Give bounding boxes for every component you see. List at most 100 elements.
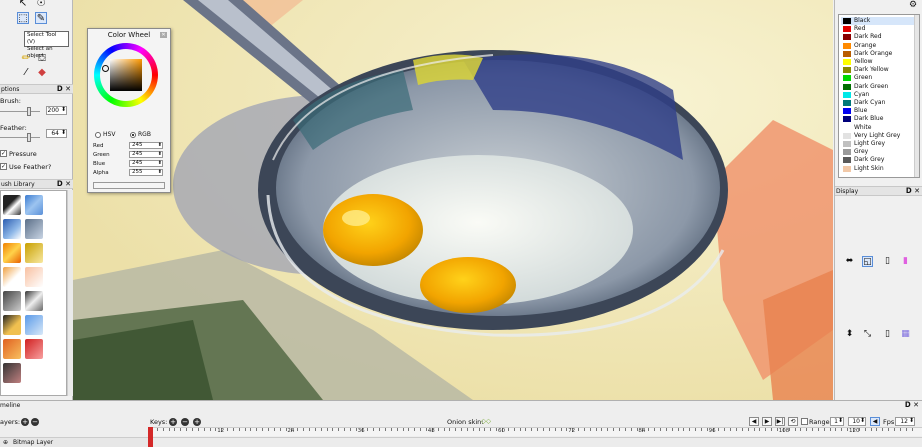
brush-preset[interactable]: [25, 339, 43, 359]
green-spinbox[interactable]: 245: [129, 151, 163, 158]
brush-preset[interactable]: [3, 315, 21, 335]
remove-layer-icon[interactable]: −: [31, 418, 39, 426]
brush-preset[interactable]: [3, 219, 21, 239]
palette-item[interactable]: Green: [841, 74, 919, 82]
red-spinbox[interactable]: 245: [129, 142, 163, 149]
brush-preset[interactable]: [25, 291, 43, 311]
select-tool-icon[interactable]: ⬚: [17, 12, 29, 24]
palette-item[interactable]: Orange: [841, 42, 919, 50]
eyedropper-icon[interactable]: ⁄: [20, 67, 32, 79]
rgb-radio[interactable]: [130, 132, 136, 138]
mirror-icon[interactable]: ▮: [900, 256, 911, 267]
hsv-radio[interactable]: [95, 132, 101, 138]
hsv-label: HSV: [103, 131, 116, 138]
duplicate-key-icon[interactable]: +: [193, 418, 201, 426]
palette-item[interactable]: Light Grey: [841, 140, 919, 148]
brush-tool-icon[interactable]: ✎: [35, 12, 47, 24]
palette-item[interactable]: Dark Cyan: [841, 99, 919, 107]
brush-library-scrollbar[interactable]: [67, 190, 73, 396]
fps-spinbox[interactable]: 12: [895, 417, 915, 426]
eraser-icon[interactable]: ◆: [36, 67, 48, 79]
brush-preset[interactable]: [25, 315, 43, 335]
palette-item[interactable]: Blue: [841, 107, 919, 115]
brush-size-spinbox[interactable]: 200: [46, 106, 67, 115]
hue-marker[interactable]: [102, 65, 109, 72]
palette-item[interactable]: Dark Red: [841, 33, 919, 41]
dock-controls-icon[interactable]: ᗞ ✕: [57, 180, 71, 189]
pencil-icon[interactable]: ✏: [20, 53, 32, 65]
brush-preset[interactable]: [3, 195, 21, 215]
feather-slider[interactable]: [0, 137, 40, 138]
horizontal-flip-icon[interactable]: ⬌: [844, 256, 855, 267]
bucket-icon[interactable]: ⛋: [36, 53, 48, 65]
ruler-tick: [379, 428, 381, 431]
close-icon[interactable]: ✕: [160, 32, 167, 38]
loop-icon[interactable]: ⟲: [788, 417, 798, 426]
palette-item[interactable]: Light Skin: [841, 165, 919, 173]
palette-item[interactable]: Dark Orange: [841, 50, 919, 58]
dock-controls-icon[interactable]: ᗞ ✕: [906, 187, 920, 196]
dock-controls-icon[interactable]: ᗞ ✕: [57, 85, 71, 94]
use-feather-checkbox[interactable]: ✓: [0, 163, 7, 170]
saturation-value-square[interactable]: [110, 59, 142, 91]
remove-key-icon[interactable]: −: [181, 418, 189, 426]
brush-size-slider[interactable]: [0, 111, 40, 112]
layer-track[interactable]: [148, 437, 922, 447]
brush-preset[interactable]: [25, 195, 43, 215]
palette-item[interactable]: Cyan: [841, 91, 919, 99]
outlines-icon[interactable]: ▯: [882, 256, 893, 267]
palette-item[interactable]: Red: [841, 25, 919, 33]
hand-icon[interactable]: ☉: [35, 0, 47, 10]
pointer-icon[interactable]: ↖: [17, 0, 29, 10]
palette-item[interactable]: Yellow: [841, 58, 919, 66]
red-label: Red: [93, 143, 104, 149]
next-frame-icon[interactable]: ▶|: [775, 417, 785, 426]
onion-skin-icon[interactable]: ◱: [862, 256, 873, 267]
thin-lines-icon[interactable]: ⤡: [862, 329, 873, 340]
brush-preset[interactable]: [25, 267, 43, 287]
palette-item[interactable]: Dark Green: [841, 83, 919, 91]
range-start-spinbox[interactable]: 1: [830, 417, 844, 426]
settings-gear-icon[interactable]: ⚙: [908, 0, 918, 10]
add-key-icon[interactable]: +: [169, 418, 177, 426]
brush-preset[interactable]: [25, 243, 43, 263]
camera-guide-icon[interactable]: ▯: [882, 329, 893, 340]
pressure-checkbox[interactable]: ✓: [0, 150, 7, 157]
brush-preset[interactable]: [25, 219, 43, 239]
palette-scrollbar[interactable]: [914, 15, 919, 177]
playhead[interactable]: [148, 427, 153, 447]
range-end-spinbox[interactable]: 10: [848, 417, 866, 426]
palette-item[interactable]: Grey: [841, 148, 919, 156]
brush-preset[interactable]: [3, 339, 21, 359]
ruler-tick: [542, 428, 544, 431]
drawing-canvas[interactable]: [73, 0, 833, 400]
palette-item[interactable]: White: [841, 124, 919, 132]
brush-size-slider-knob[interactable]: [27, 107, 31, 116]
play-backward-icon[interactable]: ◀: [749, 417, 759, 426]
play-icon[interactable]: ▶: [762, 417, 772, 426]
add-layer-icon[interactable]: +: [21, 418, 29, 426]
timeline-ruler[interactable]: 12 24 36 48 60 72 84 96 108 120: [148, 427, 922, 436]
brush-preset[interactable]: [3, 291, 21, 311]
ruler-tick: [583, 428, 585, 431]
feather-slider-knob[interactable]: [27, 133, 31, 142]
alpha-spinbox[interactable]: 255: [129, 169, 163, 176]
brush-preset[interactable]: [3, 363, 21, 383]
range-checkbox[interactable]: [801, 418, 808, 425]
grid-icon[interactable]: ▦: [900, 329, 911, 340]
sound-icon[interactable]: ◀: [870, 417, 880, 426]
palette-item[interactable]: Black: [841, 17, 919, 25]
vertical-flip-icon[interactable]: ⬍: [844, 329, 855, 340]
layer-row[interactable]: ⊕ Bitmap Layer: [0, 437, 148, 447]
blue-spinbox[interactable]: 245: [129, 160, 163, 167]
ruler-tick: [893, 428, 895, 431]
palette-item[interactable]: Very Light Grey: [841, 132, 919, 140]
feather-spinbox[interactable]: 64: [46, 129, 67, 138]
brush-preset[interactable]: [3, 267, 21, 287]
palette-item[interactable]: Dark Blue: [841, 115, 919, 123]
onion-skin-toggle-icon[interactable]: ◇◇: [481, 417, 491, 425]
palette-item[interactable]: Dark Yellow: [841, 66, 919, 74]
dock-controls-icon[interactable]: ᗞ ✕: [905, 401, 919, 409]
brush-preset[interactable]: [3, 243, 21, 263]
palette-item[interactable]: Dark Grey: [841, 156, 919, 164]
